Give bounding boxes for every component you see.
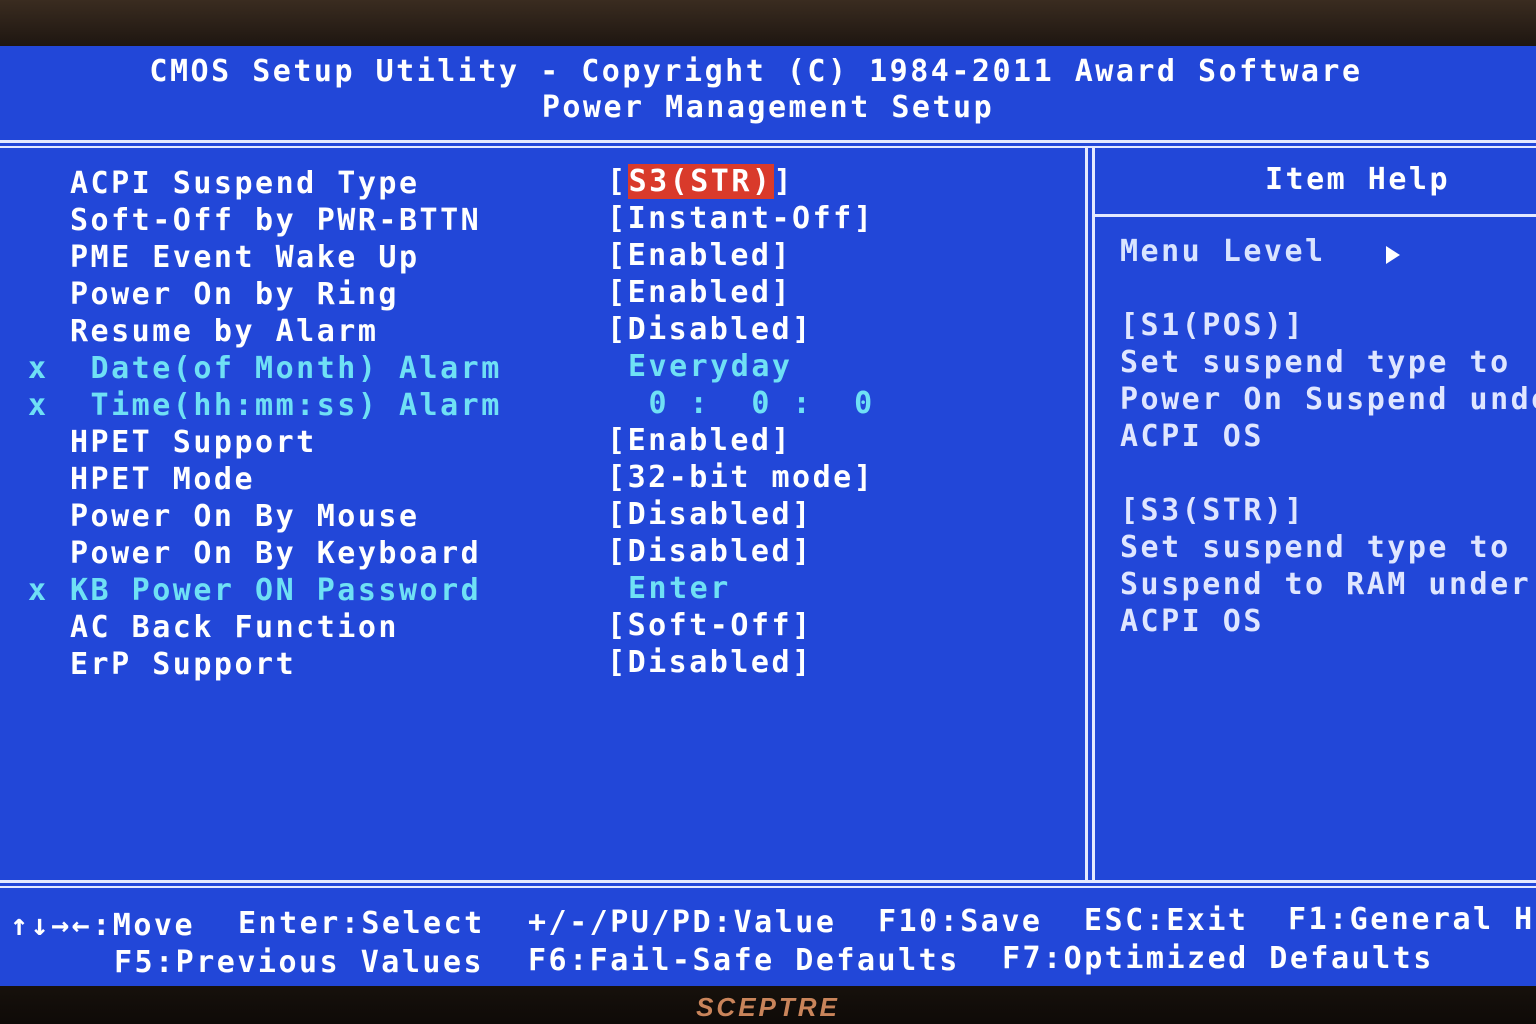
setting-label: Power On By Mouse: [70, 499, 420, 534]
panel-divider-inner: [1092, 146, 1095, 882]
bios-screen: CMOS Setup Utility - Copyright (C) 1984-…: [0, 46, 1536, 988]
menu-level-arrow-icon: [1386, 246, 1400, 264]
help-line: Power On Suspend under: [1120, 382, 1536, 417]
help-title: Item Help: [1265, 162, 1451, 197]
key-hint-help: F1:General Help: [1288, 902, 1536, 937]
setting-value: 0 : 0 : 0: [628, 386, 875, 421]
help-line: [S3(STR)]: [1120, 493, 1306, 528]
setting-value[interactable]: [32-bit mode]: [607, 460, 874, 496]
monitor-bezel-top: [0, 0, 1536, 48]
selected-value-highlight: S3(STR): [627, 164, 774, 199]
key-hint-previous-values: F5:Previous Values: [114, 945, 485, 980]
key-hint-optimized: F7:Optimized Defaults: [1002, 941, 1434, 976]
setting-value[interactable]: [Disabled]: [607, 497, 813, 533]
key-hint-select: Enter:Select: [238, 906, 485, 941]
setting-label: HPET Mode: [70, 462, 256, 497]
key-hint-exit: ESC:Exit: [1084, 903, 1249, 938]
setting-value[interactable]: [Instant-Off]: [607, 201, 874, 237]
setting-label: Soft-Off by PWR-BTTN: [70, 203, 482, 238]
setting-label: Date(of Month) Alarm: [70, 351, 502, 386]
setting-value[interactable]: [Disabled]: [607, 645, 813, 681]
help-title-divider: [1092, 214, 1536, 217]
disabled-x-mark: x: [28, 573, 49, 608]
setting-label: ACPI Suspend Type: [70, 166, 420, 201]
setting-value[interactable]: [Enabled]: [607, 423, 792, 459]
setting-label: PME Event Wake Up: [70, 240, 420, 275]
setting-value[interactable]: [S3(STR)]: [607, 164, 794, 200]
setting-label: AC Back Function: [70, 610, 399, 645]
help-line: ACPI OS: [1120, 604, 1264, 639]
help-line: Suspend to RAM under: [1120, 567, 1532, 602]
key-hint-value: +/-/PU/PD:Value: [528, 905, 837, 940]
key-hint-save: F10:Save: [878, 904, 1043, 939]
help-line: [S1(POS)]: [1120, 308, 1306, 343]
disabled-x-mark: x: [28, 388, 49, 423]
setting-label: ErP Support: [70, 647, 297, 682]
setting-label: Resume by Alarm: [70, 314, 379, 349]
setting-value[interactable]: [Disabled]: [607, 534, 813, 570]
setting-value: Everyday: [628, 349, 793, 384]
header-divider: [0, 140, 1536, 143]
setting-label: Time(hh:mm:ss) Alarm: [70, 388, 502, 423]
setting-label: KB Power ON Password: [70, 573, 482, 608]
setting-label: Power On By Keyboard: [70, 536, 482, 571]
key-hint-move: ↑↓→←:Move: [10, 908, 196, 943]
footer-divider: [0, 880, 1536, 883]
header-divider-inner: [0, 146, 1536, 148]
setting-value[interactable]: [Enabled]: [607, 275, 792, 311]
monitor-brand-logo: SCEPTRE: [696, 992, 840, 1022]
setting-value: Enter: [628, 571, 731, 606]
setting-label: Power On by Ring: [70, 277, 399, 312]
page-title: Power Management Setup: [541, 90, 995, 125]
key-hint-fail-safe: F6:Fail-Safe Defaults: [528, 943, 960, 978]
footer-divider-inner: [0, 886, 1536, 888]
utility-title: CMOS Setup Utility - Copyright (C) 1984-…: [149, 54, 1363, 89]
help-line: ACPI OS: [1120, 419, 1264, 454]
help-line: Set suspend type to: [1120, 345, 1511, 380]
panel-divider: [1085, 146, 1088, 882]
menu-level-label: Menu Level: [1120, 234, 1326, 269]
setting-value[interactable]: [Enabled]: [607, 238, 792, 274]
help-line: Set suspend type to: [1120, 530, 1511, 565]
setting-value[interactable]: [Disabled]: [607, 312, 813, 348]
disabled-x-mark: x: [28, 351, 49, 386]
setting-value[interactable]: [Soft-Off]: [607, 608, 813, 644]
setting-label: HPET Support: [70, 425, 317, 460]
